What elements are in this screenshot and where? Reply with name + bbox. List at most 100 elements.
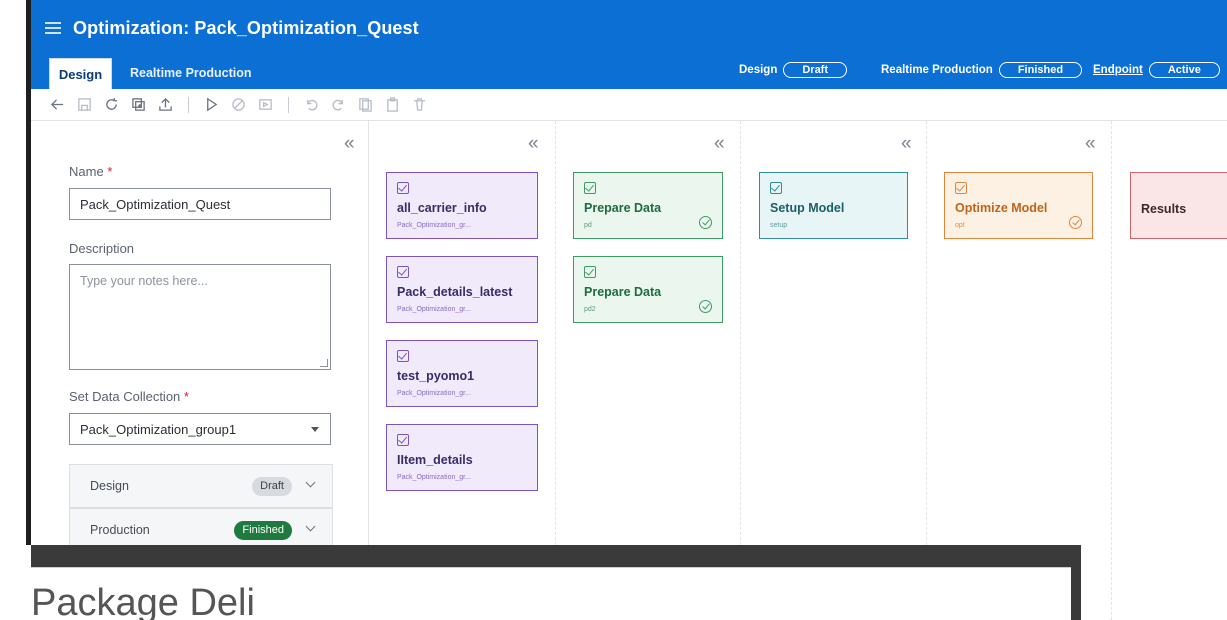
draft-badge: Draft	[252, 477, 292, 496]
deploy-icon[interactable]	[257, 96, 274, 113]
paste-icon[interactable]	[384, 96, 401, 113]
success-check-icon	[1069, 216, 1082, 229]
overlay-title: Package Deli	[31, 582, 255, 620]
results-column: Results	[1112, 121, 1227, 620]
production-status-row-label: Production	[90, 523, 150, 537]
tab-design[interactable]: Design	[49, 58, 112, 89]
chevron-down-icon[interactable]	[305, 477, 316, 488]
checkbox-icon	[584, 182, 596, 194]
hamburger-menu-icon[interactable]	[45, 22, 61, 34]
back-icon[interactable]	[49, 96, 66, 113]
data-node[interactable]: all_carrier_info Pack_Optimization_gr...	[386, 172, 538, 239]
checkbox-icon	[397, 266, 409, 278]
name-input[interactable]: Pack_Optimization_Quest	[69, 188, 331, 220]
node-title: Results	[1141, 202, 1187, 216]
node-subtitle: Pack_Optimization_gr...	[397, 222, 471, 229]
node-subtitle: opt	[955, 222, 965, 229]
window-left-edge	[0, 0, 31, 620]
realtime-status: Realtime Production Finished	[881, 62, 1083, 78]
data-node[interactable]: IItem_details Pack_Optimization_gr...	[386, 424, 538, 491]
redo-icon[interactable]	[330, 96, 347, 113]
checkbox-icon	[397, 350, 409, 362]
node-subtitle: pd	[584, 222, 592, 229]
data-collection-label-text: Set Data Collection	[69, 389, 181, 404]
name-label: Name *	[69, 164, 112, 179]
collapse-panel-icon[interactable]: «	[344, 133, 355, 155]
design-status-row-label: Design	[90, 479, 129, 493]
refresh-icon[interactable]	[103, 96, 120, 113]
description-placeholder: Type your notes here...	[80, 274, 208, 288]
copy-icon[interactable]	[357, 96, 374, 113]
checkbox-icon	[397, 434, 409, 446]
data-collection-select[interactable]: Pack_Optimization_group1	[69, 413, 331, 445]
collapse-column-icon[interactable]: «	[528, 133, 539, 155]
prepare-node[interactable]: Prepare Data pd	[573, 172, 723, 239]
description-textarea[interactable]: Type your notes here...	[69, 264, 331, 370]
node-title: all_carrier_info	[397, 201, 487, 215]
chevron-down-icon[interactable]	[305, 521, 316, 532]
results-node[interactable]: Results	[1130, 172, 1227, 239]
save-icon[interactable]	[76, 96, 93, 113]
node-title: Optimize Model	[955, 201, 1048, 215]
setup-node[interactable]: Setup Model setup	[759, 172, 908, 239]
design-status-label: Design	[739, 64, 778, 76]
node-title: Prepare Data	[584, 201, 662, 215]
data-node[interactable]: test_pyomo1 Pack_Optimization_gr...	[386, 340, 538, 407]
design-status-pill: Draft	[783, 62, 848, 78]
node-subtitle: pd2	[584, 306, 596, 313]
design-status-row[interactable]: Design Draft	[69, 464, 333, 508]
collapse-column-icon[interactable]: «	[1085, 133, 1096, 155]
optimize-node[interactable]: Optimize Model opt	[944, 172, 1093, 239]
upload-icon[interactable]	[157, 96, 174, 113]
collapse-column-icon[interactable]: «	[901, 133, 912, 155]
checkbox-icon	[397, 182, 409, 194]
data-collection-value: Pack_Optimization_group1	[80, 422, 237, 437]
node-title: Pack_details_latest	[397, 285, 513, 299]
add-icon[interactable]	[130, 96, 147, 113]
finished-badge: Finished	[234, 521, 292, 540]
required-marker: *	[107, 164, 113, 179]
overlay-panel: Package Deli	[31, 545, 1081, 620]
stop-icon[interactable]	[230, 96, 247, 113]
endpoint-status: Endpoint Active	[1093, 62, 1220, 78]
checkbox-icon	[770, 182, 782, 194]
node-title: test_pyomo1	[397, 369, 475, 383]
description-label: Description	[69, 241, 135, 256]
endpoint-link[interactable]: Endpoint	[1093, 64, 1143, 76]
overlay-panel-content: Package Deli	[31, 567, 1071, 620]
required-marker: *	[183, 389, 189, 404]
delete-icon[interactable]	[411, 96, 428, 113]
run-icon[interactable]	[203, 96, 220, 113]
tab-realtime-production[interactable]: Realtime Production	[130, 66, 252, 80]
node-subtitle: Pack_Optimization_gr...	[397, 390, 471, 397]
checkbox-icon	[955, 182, 967, 194]
toolbar-divider	[288, 96, 289, 113]
toolbar-divider	[188, 96, 189, 113]
node-title: Setup Model	[770, 201, 845, 215]
node-title: IItem_details	[397, 453, 473, 467]
data-node[interactable]: Pack_details_latest Pack_Optimization_gr…	[386, 256, 538, 323]
collapse-column-icon[interactable]: «	[714, 133, 725, 155]
prepare-node[interactable]: Prepare Data pd2	[573, 256, 723, 323]
toolbar	[31, 89, 1227, 121]
optimization-app: Optimization: Pack_Optimization_Quest De…	[31, 0, 1227, 620]
realtime-status-label: Realtime Production	[881, 64, 993, 76]
undo-icon[interactable]	[303, 96, 320, 113]
dropdown-caret-icon	[311, 427, 319, 432]
success-check-icon	[699, 300, 712, 313]
name-label-text: Name	[69, 164, 104, 179]
success-check-icon	[699, 216, 712, 229]
node-subtitle: Pack_Optimization_gr...	[397, 474, 471, 481]
design-status: Design Draft	[739, 62, 848, 78]
screenshot-stage: Optimization: Pack_Optimization_Quest De…	[0, 0, 1227, 620]
checkbox-icon	[584, 266, 596, 278]
endpoint-status-pill: Active	[1148, 62, 1220, 78]
page-title: Optimization: Pack_Optimization_Quest	[73, 18, 419, 38]
resize-grip-icon[interactable]	[320, 359, 328, 367]
node-subtitle: setup	[770, 222, 788, 229]
data-collection-label: Set Data Collection *	[69, 389, 189, 404]
node-subtitle: Pack_Optimization_gr...	[397, 306, 471, 313]
node-title: Prepare Data	[584, 285, 662, 299]
realtime-status-pill: Finished	[998, 62, 1083, 78]
app-header: Optimization: Pack_Optimization_Quest De…	[31, 0, 1227, 89]
